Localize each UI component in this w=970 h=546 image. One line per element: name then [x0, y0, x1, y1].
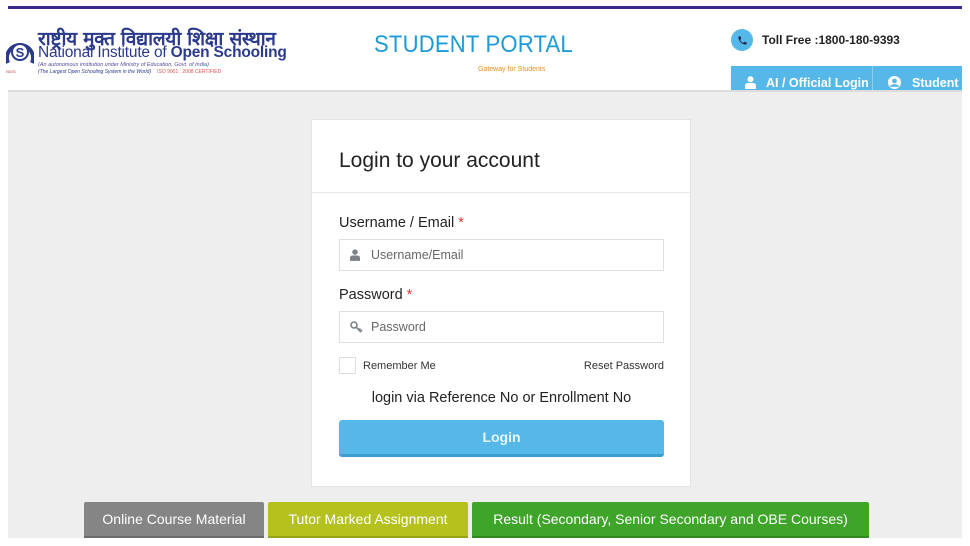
username-label-text: Username / Email [339, 215, 455, 231]
toll-free-info: Toll Free :1800-180-9393 [731, 29, 900, 51]
user-icon [745, 76, 756, 89]
toll-free-number: Toll Free :1800-180-9393 [762, 33, 900, 47]
logo-subtitle-2-text: (The Largest Open Schooling System in th… [38, 69, 152, 75]
login-card: Login to your account Username / Email * … [311, 119, 691, 487]
username-input[interactable] [371, 248, 651, 262]
required-mark: * [458, 215, 464, 231]
user-circle-icon [887, 75, 902, 90]
reset-password-link[interactable]: Reset Password [584, 360, 664, 372]
nios-emblem-icon: S [6, 43, 34, 64]
tutor-marked-assignment-button[interactable]: Tutor Marked Assignment [268, 502, 468, 538]
result-button[interactable]: Result (Secondary, Senior Secondary and … [472, 502, 869, 538]
login-button[interactable]: Login [339, 420, 664, 457]
remember-me[interactable]: Remember Me [339, 357, 436, 374]
alt-login-link[interactable]: login via Reference No or Enrollment No [339, 390, 664, 406]
password-field[interactable] [339, 311, 664, 343]
username-label: Username / Email * [339, 215, 663, 231]
password-label-text: Password [339, 287, 403, 303]
login-title: Login to your account [339, 149, 540, 172]
portal-title: STUDENT PORTAL [374, 31, 573, 58]
nios-logo[interactable]: S NIOS राष्ट्रीय मुक्त विद्यालयी शिक्षा … [6, 28, 296, 81]
nav-label: Student Login [912, 75, 962, 90]
password-label: Password * [339, 287, 663, 303]
online-course-material-button[interactable]: Online Course Material [84, 502, 264, 538]
password-input[interactable] [371, 320, 651, 334]
remember-me-checkbox[interactable] [339, 357, 356, 374]
required-mark: * [406, 287, 413, 303]
emblem-caption: NIOS [6, 69, 16, 74]
phone-icon [731, 29, 753, 51]
remember-me-label: Remember Me [363, 359, 436, 372]
logo-english-name: National Institute of Open Schooling [38, 44, 287, 62]
username-field[interactable] [339, 239, 664, 271]
site-header: S NIOS राष्ट्रीय मुक्त विद्यालयी शिक्षा … [0, 9, 970, 99]
iso-cert-text: ISO 9001 : 2008 CERTIFIED [157, 69, 222, 75]
logo-name-prefix: National Institute of [38, 44, 171, 61]
svg-text:S: S [16, 45, 25, 60]
nav-label: AI / Official Login [766, 75, 869, 90]
key-icon [350, 321, 364, 333]
login-options-row: Remember Me Reset Password [339, 357, 664, 374]
logo-name-bold: Open Schooling [170, 44, 287, 61]
student-portal-brand: STUDENT PORTAL Gateway for Students [374, 31, 573, 73]
login-card-header: Login to your account [312, 120, 690, 193]
portal-tagline: Gateway for Students [478, 66, 546, 73]
logo-subtitle-1: (An autonomous institution under Ministr… [38, 62, 209, 68]
logo-subtitle-2: (The Largest Open Schooling System in th… [38, 69, 221, 75]
user-icon [350, 249, 364, 261]
login-form: Username / Email* Password* Remember Me … [312, 193, 690, 457]
